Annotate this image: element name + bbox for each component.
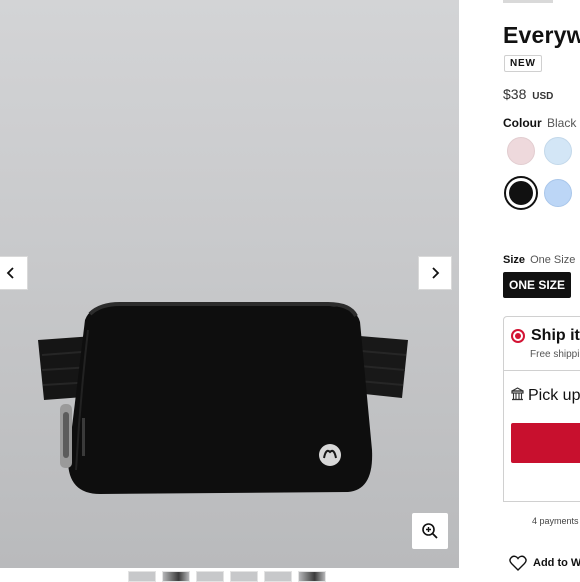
product-title: Everywhere Belt Bag — [503, 22, 580, 48]
thumbnail-strip — [128, 571, 326, 582]
colour-selection-label: Colour Black — [503, 116, 576, 130]
colour-selected-value: Black — [547, 116, 577, 130]
next-image-button[interactable] — [418, 256, 452, 290]
product-info-panel: Everywhere Belt Bag NEW $38 USD Colour B… — [459, 0, 580, 580]
thumbnail[interactable] — [298, 571, 326, 582]
add-to-wishlist-link[interactable]: Add to Wish List — [509, 555, 580, 571]
heart-icon — [509, 555, 527, 571]
ship-option-title: Ship it to me — [531, 327, 580, 344]
colour-swatch-blue[interactable] — [544, 179, 572, 207]
pick-up-option-title: Pick up in store — [528, 387, 580, 404]
zoom-button[interactable] — [412, 513, 448, 549]
chevron-right-icon — [432, 267, 440, 279]
radio-selected-icon — [511, 329, 525, 343]
chevron-left-icon — [6, 267, 14, 279]
new-badge: NEW — [504, 55, 542, 72]
thumbnail[interactable] — [264, 571, 292, 582]
ship-option-subtitle: Free shipping and returns — [530, 349, 580, 360]
colour-swatch-light-blue[interactable] — [544, 137, 572, 165]
size-selection-label: Size One Size — [503, 254, 575, 266]
size-option-button[interactable]: ONE SIZE — [503, 272, 571, 298]
previous-image-button[interactable] — [0, 256, 28, 290]
product-image — [38, 302, 408, 494]
zoom-in-icon — [422, 523, 438, 539]
product-image-gallery — [0, 0, 459, 568]
product-price: $38 USD — [503, 86, 553, 102]
divider — [503, 0, 553, 3]
price-amount: $38 — [503, 86, 527, 102]
colour-swatch-black-selected[interactable] — [504, 176, 538, 210]
colour-label: Colour — [503, 116, 542, 130]
swatch-fill — [509, 181, 533, 205]
thumbnail[interactable] — [128, 571, 156, 582]
wishlist-label: Add to Wish List — [533, 557, 580, 569]
size-label: Size — [503, 254, 526, 266]
payments-info: 4 payments of $9.50 available — [532, 516, 580, 526]
add-to-bag-button[interactable] — [511, 423, 580, 463]
thumbnail[interactable] — [230, 571, 258, 582]
colour-swatch-pink[interactable] — [507, 137, 535, 165]
price-currency: USD — [532, 91, 554, 102]
thumbnail[interactable] — [162, 571, 190, 582]
ship-to-me-option[interactable]: Ship it to me Free shipping and returns — [503, 316, 580, 371]
store-icon — [511, 387, 524, 401]
thumbnail[interactable] — [196, 571, 224, 582]
size-selected-value: One Size — [530, 254, 576, 266]
